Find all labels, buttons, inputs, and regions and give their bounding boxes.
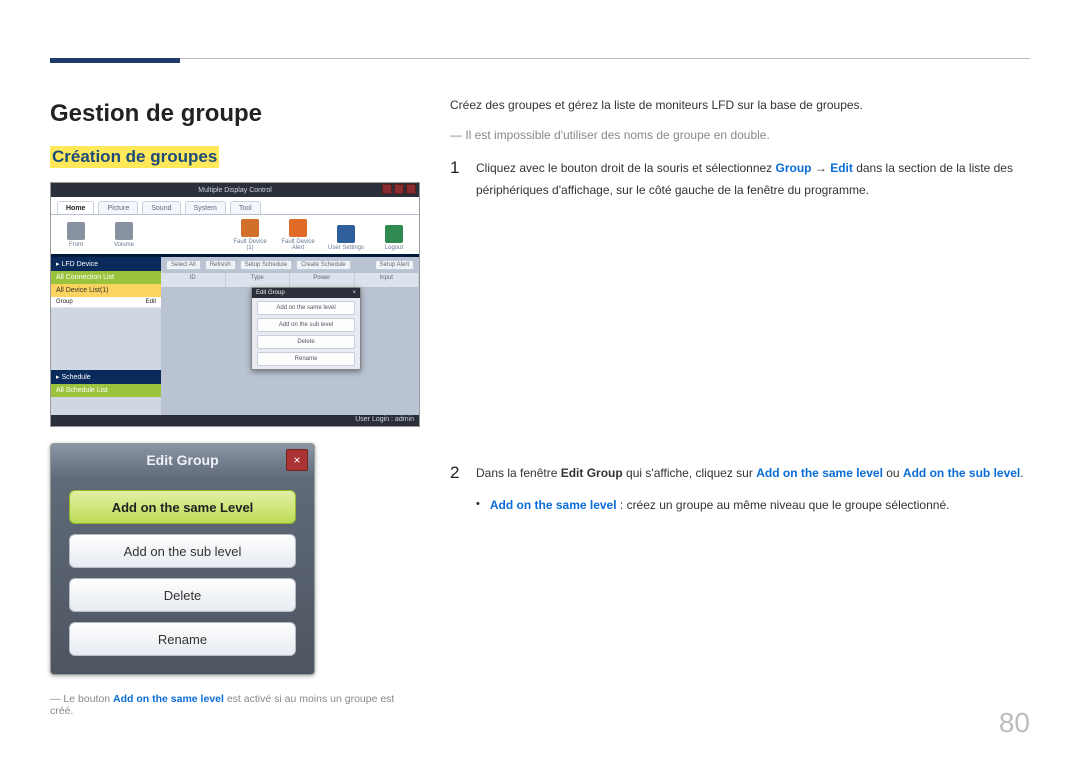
mini-row-same[interactable]: Add on the same level — [257, 301, 355, 315]
top-accent — [50, 58, 180, 63]
top-rule — [50, 58, 1030, 59]
page-title: Gestion de groupe — [50, 100, 420, 128]
duplicate-name-note: ― Il est impossible d'utiliser des noms … — [450, 125, 1025, 147]
tab-system[interactable]: System — [185, 201, 226, 214]
intro-text: Créez des groupes et gérez la liste de m… — [450, 95, 1025, 117]
side-group-row[interactable]: GroupEdit — [51, 297, 161, 308]
window-controls — [382, 184, 416, 194]
mdc-toolbar: Front Volume Fault Device (1) Fault Devi… — [51, 215, 419, 257]
screenshot-edit-group-dialog: Edit Group × Add on the same Level Add o… — [50, 443, 315, 675]
dialog-title: Edit Group — [146, 452, 218, 468]
toolbar-logout[interactable]: Logout — [375, 225, 413, 251]
btn-setup-sched[interactable]: Setup Schedule — [240, 260, 292, 270]
btn-create-sched[interactable]: Create Schedule — [296, 260, 351, 270]
side-conn[interactable]: All Connection List — [51, 271, 161, 284]
mdc-sidebar: ▸ LFD Device All Connection List All Dev… — [51, 257, 161, 415]
side-schedule[interactable]: ▸ Schedule — [51, 370, 161, 384]
btn-setup-alert[interactable]: Setup Alert — [375, 260, 414, 270]
tab-picture[interactable]: Picture — [98, 201, 138, 214]
bullet-dot-icon: • — [476, 495, 480, 517]
mdc-main: Select All Refresh Setup Schedule Create… — [161, 257, 419, 415]
option-delete[interactable]: Delete — [69, 578, 296, 612]
mdc-tabbar: Home Picture Sound System Tool — [51, 197, 419, 215]
section-title: Création de groupes — [50, 146, 219, 168]
option-add-same-level[interactable]: Add on the same Level — [69, 490, 296, 524]
mini-row-sub[interactable]: Add on the sub level — [257, 318, 355, 332]
step-1: 1 Cliquez avec le bouton droit de la sou… — [450, 158, 1025, 201]
side-schedule-list[interactable]: All Schedule List — [51, 384, 161, 397]
mini-dialog-header: Edit Group× — [252, 288, 360, 298]
mini-row-rename[interactable]: Rename — [257, 352, 355, 366]
step-2-text: Dans la fenêtre Edit Group qui s'affiche… — [476, 463, 1024, 485]
toolbar-volume[interactable]: Volume — [105, 222, 143, 248]
mdc-footer: User Login : admin — [51, 415, 419, 427]
toolbar-user[interactable]: User Settings — [327, 225, 365, 251]
btn-selectall[interactable]: Select All — [166, 260, 201, 270]
step-1-text: Cliquez avec le bouton droit de la souri… — [476, 158, 1025, 201]
btn-refresh[interactable]: Refresh — [205, 260, 236, 270]
step-2-number: 2 — [450, 463, 462, 485]
option-rename[interactable]: Rename — [69, 622, 296, 656]
screenshot-mdc-window: Multiple Display Control Home Picture So… — [50, 182, 420, 427]
option-add-sub-level[interactable]: Add on the sub level — [69, 534, 296, 568]
close-button[interactable]: × — [286, 449, 308, 471]
tab-home[interactable]: Home — [57, 201, 94, 214]
mdc-title: Multiple Display Control — [198, 187, 272, 194]
dialog-header: Edit Group × — [51, 444, 314, 476]
tab-sound[interactable]: Sound — [142, 201, 180, 214]
step-1-number: 1 — [450, 158, 462, 201]
step-2: 2 Dans la fenêtre Edit Group qui s'affic… — [450, 463, 1025, 485]
col-headers: ID Type Power Input — [161, 273, 419, 287]
toolbar-front[interactable]: Front — [57, 222, 95, 248]
edit-group-mini-dialog: Edit Group× Add on the same level Add on… — [251, 287, 361, 370]
footnote: ― Le bouton Add on the same level est ac… — [50, 693, 420, 717]
right-column: Créez des groupes et gérez la liste de m… — [450, 95, 1025, 517]
bullet-same-level: • Add on the same level : créez un group… — [476, 495, 1025, 517]
side-lfd[interactable]: ▸ LFD Device — [51, 257, 161, 271]
mini-row-delete[interactable]: Delete — [257, 335, 355, 349]
mdc-titlebar: Multiple Display Control — [51, 183, 419, 197]
toolbar-fault2[interactable]: Fault Device Alert — [279, 219, 317, 251]
side-alldev[interactable]: All Device List(1) — [51, 284, 161, 297]
close-icon[interactable]: × — [352, 290, 356, 296]
left-column: Gestion de groupe Création de groupes Mu… — [50, 100, 420, 717]
toolbar-fault1[interactable]: Fault Device (1) — [231, 219, 269, 251]
tab-tool[interactable]: Tool — [230, 201, 261, 214]
page-number: 80 — [999, 707, 1030, 739]
